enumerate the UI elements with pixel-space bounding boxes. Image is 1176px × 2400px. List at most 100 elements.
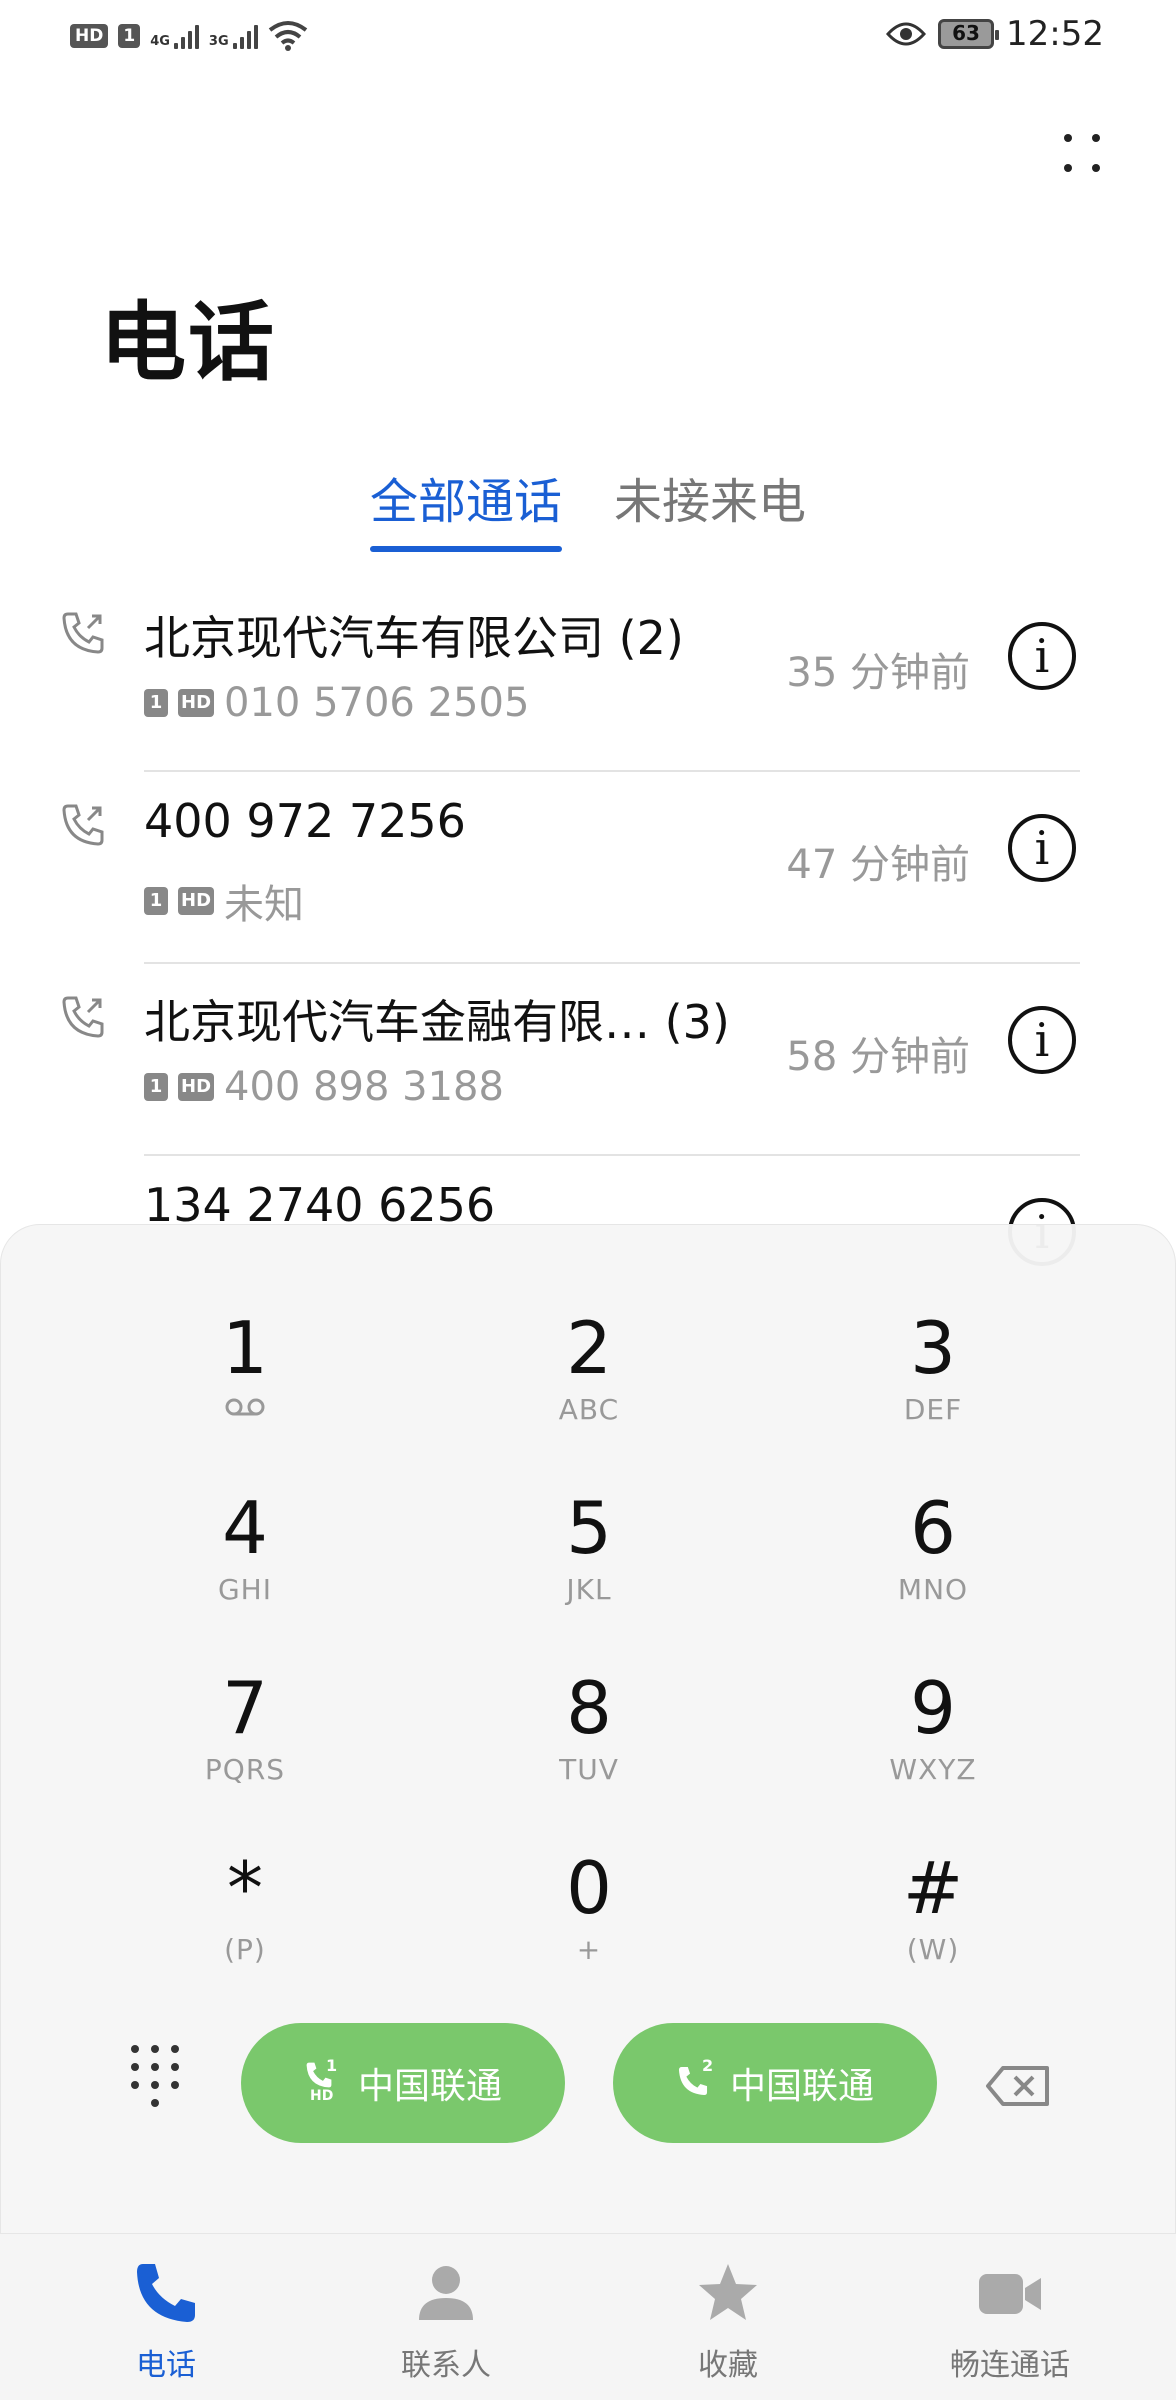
- key-digit: 4: [222, 1486, 268, 1570]
- phone-icon: [137, 2264, 195, 2322]
- hd-badge: HD: [70, 24, 109, 48]
- call-log-row[interactable]: 北京现代汽车有限公司 (2) 1 HD 010 5706 2505 35 分钟前…: [0, 580, 1176, 772]
- voicemail-icon: [225, 1398, 265, 1416]
- call-details: 1 HD 未知: [144, 872, 304, 930]
- caller-name: 400 972 7256: [144, 794, 466, 848]
- call-time: 35 分钟前: [786, 650, 970, 696]
- key-digit: 3: [910, 1306, 956, 1390]
- phone-number: 400 898 3188: [224, 1064, 504, 1110]
- hd-label: HD: [309, 2088, 334, 2104]
- signal-bars-icon: [173, 23, 199, 49]
- hd-badge: HD: [178, 689, 215, 717]
- nav-favorites[interactable]: 收藏: [618, 2258, 838, 2384]
- more-options-icon[interactable]: [1052, 124, 1112, 184]
- network-label-4g: 4G: [150, 34, 170, 49]
- key-digit: 9: [910, 1666, 956, 1750]
- star-icon: [699, 2264, 757, 2320]
- key-letters: WXYZ: [889, 1753, 977, 1786]
- call-time: 58 分钟前: [786, 1034, 970, 1080]
- key-letters: ABC: [558, 1393, 620, 1426]
- eye-icon: [886, 22, 927, 46]
- dialpad: 1 2 ABC 3 DEF 4 GHI 5 JKL 6 MNO 7 PQRS 8…: [0, 1224, 1176, 2234]
- dial-key-3[interactable]: 3 DEF: [803, 1303, 1063, 1463]
- key-digit: 5: [566, 1486, 612, 1570]
- hd-badge: HD: [178, 887, 215, 915]
- key-digit: 0: [566, 1846, 612, 1930]
- dial-key-5[interactable]: 5 JKL: [459, 1483, 719, 1643]
- info-icon[interactable]: i: [1008, 622, 1076, 690]
- sim-slot-badge: 1: [144, 1073, 168, 1101]
- tab-missed-calls[interactable]: 未接来电: [614, 462, 806, 552]
- call-sim2-button[interactable]: 2 中国联通: [613, 2023, 937, 2143]
- phone-number: 未知: [224, 882, 305, 928]
- carrier-label: 中国联通: [357, 2066, 502, 2107]
- call-log-row[interactable]: 400 972 7256 1 HD 未知 47 分钟前 i: [0, 772, 1176, 964]
- call-details: 1 HD 400 898 3188: [144, 1064, 504, 1110]
- outgoing-call-icon: [62, 996, 104, 1038]
- sim-badge: 1: [118, 24, 141, 48]
- sim-slot-badge: 1: [144, 887, 168, 915]
- network-label-3g: 3G: [208, 34, 229, 49]
- dial-key-2[interactable]: 2 ABC: [459, 1303, 719, 1463]
- bottom-navigation: 电话 联系人 收藏 畅连通话: [0, 2234, 1176, 2400]
- signal-bars-icon: [232, 23, 258, 49]
- key-letters: JKL: [566, 1573, 612, 1606]
- nav-label: 收藏: [698, 2348, 758, 2383]
- key-letters: MNO: [897, 1573, 969, 1606]
- call-tabs: 全部通话 未接来电: [370, 462, 806, 552]
- dial-key-7[interactable]: 7 PQRS: [115, 1663, 375, 1823]
- battery-icon: 63: [938, 19, 1000, 49]
- wifi-icon: [268, 21, 307, 51]
- outgoing-call-icon: [62, 804, 104, 846]
- clock: 12:52: [1006, 14, 1104, 54]
- key-digit: 6: [910, 1486, 956, 1570]
- dial-key-6[interactable]: 6 MNO: [803, 1483, 1063, 1643]
- phone-number: 010 5706 2505: [224, 680, 530, 726]
- nav-label: 联系人: [401, 2348, 491, 2383]
- key-letters: (W): [906, 1933, 960, 1966]
- key-letters: +: [576, 1933, 602, 1966]
- key-digit: *: [227, 1846, 263, 1930]
- dial-key-8[interactable]: 8 TUV: [459, 1663, 719, 1823]
- video-call-icon: [979, 2274, 1041, 2314]
- dial-key-star[interactable]: * (P): [115, 1843, 375, 2003]
- dial-key-4[interactable]: 4 GHI: [115, 1483, 375, 1643]
- call-details: 1 HD 010 5706 2505: [144, 680, 529, 726]
- outgoing-call-icon: [62, 612, 104, 654]
- signal-4g: 4G: [150, 23, 199, 49]
- nav-contacts[interactable]: 联系人: [336, 2258, 556, 2384]
- dial-key-9[interactable]: 9 WXYZ: [803, 1663, 1063, 1823]
- sim-slot-badge: 1: [144, 689, 168, 717]
- caller-name: 北京现代汽车有限公司 (2): [144, 611, 684, 665]
- dial-key-hash[interactable]: # (W): [803, 1843, 1063, 2003]
- phone-sim1-icon: 1 HD: [304, 2056, 344, 2106]
- nav-video-call[interactable]: 畅连通话: [900, 2258, 1120, 2384]
- key-letters: DEF: [903, 1393, 963, 1426]
- key-digit: 2: [566, 1306, 612, 1390]
- dialpad-toggle-icon[interactable]: [129, 2043, 185, 2119]
- dial-key-1[interactable]: 1: [115, 1303, 375, 1463]
- key-letters: (P): [224, 1933, 266, 1966]
- key-digit: 1: [222, 1306, 268, 1390]
- key-letters: PQRS: [204, 1753, 286, 1786]
- nav-phone[interactable]: 电话: [56, 2258, 276, 2384]
- contacts-icon: [419, 2266, 473, 2320]
- status-left: HD 1 4G 3G: [70, 20, 308, 52]
- backspace-icon[interactable]: [985, 2065, 1051, 2107]
- status-right: 63 12:52: [886, 14, 1104, 54]
- carrier-label: 中国联通: [729, 2066, 874, 2107]
- call-time: 47 分钟前: [786, 842, 970, 888]
- signal-3g: 3G: [209, 23, 258, 49]
- caller-name: 北京现代汽车金融有限… (3): [144, 995, 730, 1049]
- call-sim1-button[interactable]: 1 HD 中国联通: [241, 2023, 565, 2143]
- dial-key-0[interactable]: 0 +: [459, 1843, 719, 2003]
- key-digit: #: [902, 1846, 964, 1930]
- key-digit: 7: [222, 1666, 268, 1750]
- phone-sim2-icon: 2: [676, 2056, 716, 2106]
- sim-number: 1: [325, 2056, 338, 2075]
- info-icon[interactable]: i: [1008, 1006, 1076, 1074]
- info-icon[interactable]: i: [1008, 814, 1076, 882]
- call-log-row[interactable]: 北京现代汽车金融有限… (3) 1 HD 400 898 3188 58 分钟前…: [0, 964, 1176, 1156]
- tab-all-calls[interactable]: 全部通话: [370, 462, 563, 552]
- nav-label: 电话: [136, 2348, 196, 2383]
